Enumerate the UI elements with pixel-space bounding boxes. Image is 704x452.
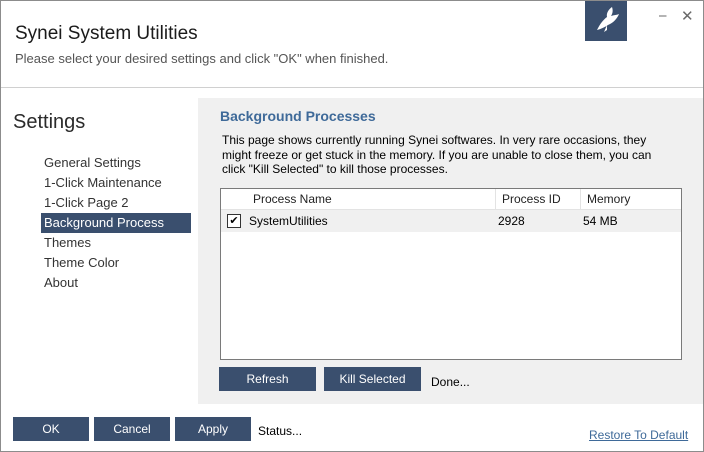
app-window: Synei System Utilities Please select you… [0,0,704,452]
app-title: Synei System Utilities [15,23,198,44]
process-id-cell: 2928 [498,214,525,228]
ok-button[interactable]: OK [13,417,89,441]
nav-item-background-process[interactable]: Background Process [41,213,191,233]
row-checkbox[interactable]: ✔ [227,214,241,228]
nav-item-1-click-maintenance[interactable]: 1-Click Maintenance [41,173,191,193]
status-text: Status... [258,424,303,438]
settings-nav: General Settings 1-Click Maintenance 1-C… [41,153,191,293]
restore-default-link[interactable]: Restore To Default [589,428,688,442]
table-row[interactable]: ✔ SystemUtilities 2928 54 MB [221,210,681,232]
column-process-id[interactable]: Process ID [502,189,561,209]
cancel-button[interactable]: Cancel [94,417,170,441]
panel-title: Background Processes [220,108,376,124]
memory-cell: 54 MB [583,214,618,228]
nav-item-1-click-page-2[interactable]: 1-Click Page 2 [41,193,191,213]
minimize-button[interactable]: ⎯ [659,7,667,24]
apply-button[interactable]: Apply [175,417,251,441]
refresh-button[interactable]: Refresh [219,367,316,391]
app-subtitle: Please select your desired settings and … [15,51,389,66]
header: Synei System Utilities Please select you… [1,1,703,85]
close-button[interactable]: ✕ [681,7,694,25]
process-status-text: Done... [431,375,470,389]
background-processes-panel: Background Processes This page shows cur… [198,98,703,404]
panel-description: This page shows currently running Synei … [222,133,652,176]
nav-item-theme-color[interactable]: Theme Color [41,253,191,273]
process-list[interactable]: Process Name Process ID Memory ✔ SystemU… [220,188,682,360]
process-list-header: Process Name Process ID Memory [221,189,681,210]
kill-selected-button[interactable]: Kill Selected [324,367,421,391]
header-divider [1,87,703,88]
process-name-cell: SystemUtilities [249,214,328,228]
nav-item-themes[interactable]: Themes [41,233,191,253]
column-process-name[interactable]: Process Name [253,189,332,209]
settings-heading: Settings [13,111,86,133]
column-separator [580,189,581,209]
nav-item-general-settings[interactable]: General Settings [41,153,191,173]
nav-item-about[interactable]: About [41,273,191,293]
column-memory[interactable]: Memory [587,189,630,209]
column-separator [495,189,496,209]
bird-icon [585,1,627,41]
